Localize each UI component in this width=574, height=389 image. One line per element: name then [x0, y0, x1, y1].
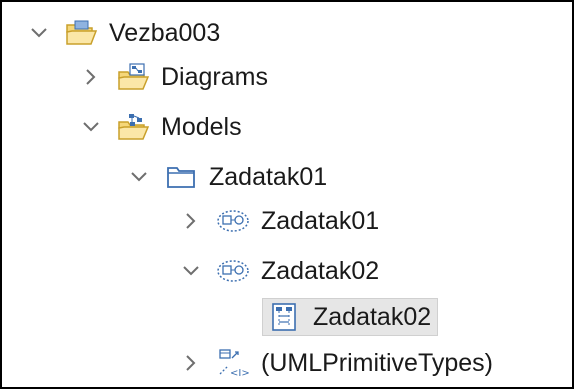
tree-item-zadatak01-collaboration[interactable]: Zadatak01	[180, 196, 382, 246]
chevron-down-icon[interactable]	[80, 116, 102, 138]
tree-item-label: Zadatak02	[313, 303, 432, 331]
tree-item-label: Diagrams	[161, 63, 268, 91]
tree-item-uml-primitive-types[interactable]: <I> (UMLPrimitiveTypes)	[180, 338, 496, 388]
tree-item-zadatak02-collaboration[interactable]: Zadatak02	[180, 246, 382, 296]
tree-item-vezba003[interactable]: Vezba003	[28, 8, 223, 58]
collaboration-icon	[216, 254, 250, 288]
tree-item-label: Zadatak02	[261, 257, 380, 285]
tree-item-label: Zadatak01	[261, 207, 380, 235]
package-icon	[164, 160, 198, 194]
chevron-down-icon[interactable]	[128, 166, 150, 188]
tree-item-models[interactable]: Models	[80, 102, 245, 152]
primitive-types-icon: <I>	[216, 346, 250, 380]
selection-highlight: Zadatak02	[262, 298, 439, 336]
tree-item-label: Vezba003	[109, 19, 221, 47]
svg-text:<I>: <I>	[230, 368, 250, 378]
tree-item-label: Zadatak01	[209, 163, 328, 191]
tree-item-label: (UMLPrimitiveTypes)	[261, 349, 493, 377]
sequence-diagram-icon	[267, 300, 301, 334]
chevron-right-icon[interactable]	[180, 352, 202, 374]
tree-item-zadatak01-package[interactable]: Zadatak01	[128, 152, 330, 202]
tree-item-zadatak02-diagram[interactable]: Zadatak02	[262, 292, 439, 342]
models-folder-icon	[116, 110, 150, 144]
tree-item-diagrams[interactable]: Diagrams	[80, 52, 271, 102]
collaboration-icon	[216, 204, 250, 238]
chevron-down-icon[interactable]	[180, 260, 202, 282]
project-explorer-tree: Vezba003 Diagrams Models Zadatak01 Zadat…	[0, 0, 570, 385]
open-folder-icon	[64, 16, 98, 50]
diagrams-folder-icon	[116, 60, 150, 94]
tree-item-label: Models	[161, 113, 242, 141]
chevron-right-icon[interactable]	[80, 66, 102, 88]
chevron-down-icon[interactable]	[28, 22, 50, 44]
chevron-right-icon[interactable]	[180, 210, 202, 232]
